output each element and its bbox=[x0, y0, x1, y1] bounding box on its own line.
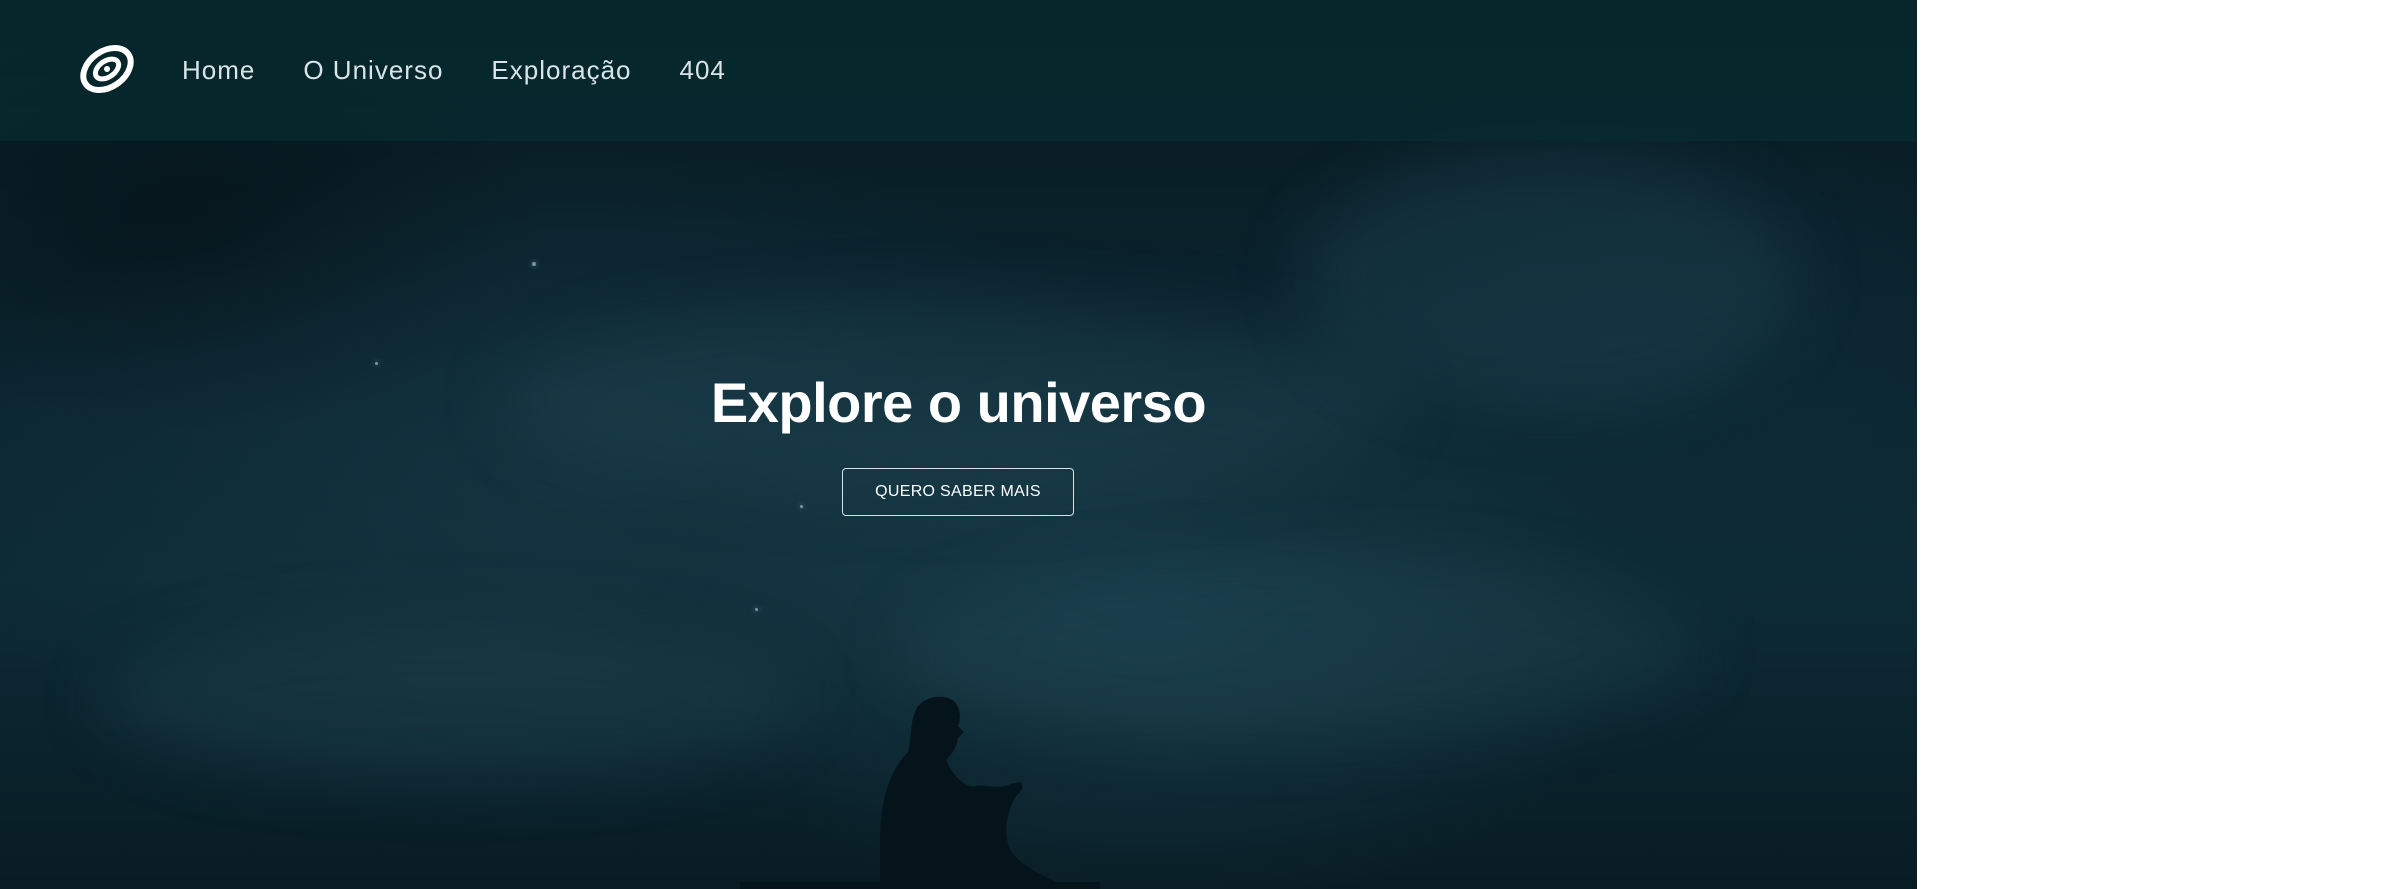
spiral-galaxy-icon[interactable] bbox=[78, 40, 136, 98]
site-header: Home O Universo Exploração 404 bbox=[0, 0, 1917, 141]
star bbox=[800, 505, 803, 508]
star bbox=[375, 362, 378, 365]
nav-link-o-universo[interactable]: O Universo bbox=[303, 55, 443, 86]
hero-section: Home O Universo Exploração 404 Explore o… bbox=[0, 0, 1917, 889]
hero-title: Explore o universo bbox=[710, 371, 1207, 434]
main-nav: Home O Universo Exploração 404 bbox=[182, 0, 774, 141]
nav-link-404[interactable]: 404 bbox=[679, 55, 725, 86]
blank-right-area bbox=[1917, 0, 2396, 889]
nav-link-exploracao[interactable]: Exploração bbox=[491, 55, 631, 86]
star bbox=[755, 608, 758, 611]
star bbox=[532, 262, 536, 266]
nav-link-home[interactable]: Home bbox=[182, 55, 255, 86]
person-silhouette-image bbox=[740, 696, 1100, 889]
learn-more-button[interactable]: QUERO SABER MAIS bbox=[842, 468, 1074, 516]
cloud-decoration bbox=[100, 620, 800, 780]
